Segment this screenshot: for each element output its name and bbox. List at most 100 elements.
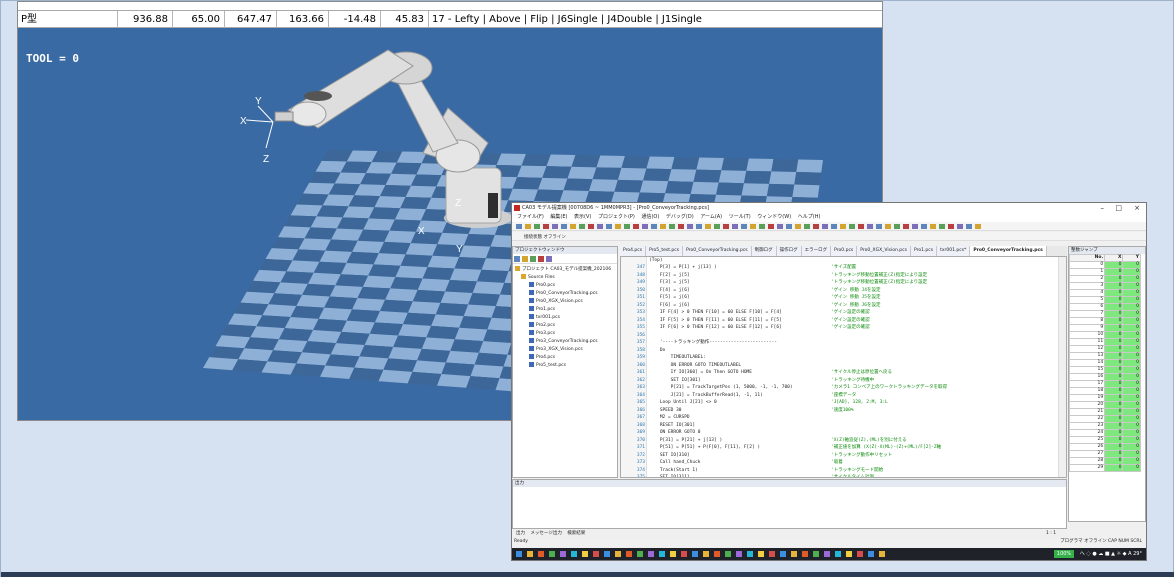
document-tab[interactable]: Pro1.pcs [910,246,938,256]
tree-item[interactable]: Pro3_XGX_Vision.pcs [513,346,617,354]
code-line[interactable]: 358 Do [621,348,1061,354]
taskbar-app-icon[interactable] [604,551,610,557]
code-line[interactable]: 354 IF F[5] > 0 THEN F[11] = 60 ELSE F[1… [621,318,1061,324]
position-value-cell[interactable]: 65.00 [173,11,225,28]
toolbar-button-icon[interactable] [786,224,792,229]
register-row[interactable]: 20 0 0 [1069,401,1141,409]
register-row[interactable]: 29 0 0 [1069,464,1141,472]
code-editor[interactable]: (Top) 347 P[3] = P[1] + j[13] ) 'サイズ配置 348… [620,256,1067,478]
taskbar-app-icon[interactable] [560,551,566,557]
toolbar-button-icon[interactable] [570,224,576,229]
taskbar-app-icon[interactable] [714,551,720,557]
maximize-icon[interactable]: □ [1115,203,1122,213]
tree-item[interactable]: Pro0_XGX_Vision.pcs [513,298,617,306]
toolbar-button-icon[interactable] [534,224,540,229]
taskbar-app-icon[interactable] [538,551,544,557]
code-line[interactable]: 357 '----トラッキング動作-----------------------… [621,340,1061,346]
minimize-icon[interactable]: – [1101,203,1105,213]
toolbar-button-icon[interactable] [525,224,531,229]
taskbar-app-icon[interactable] [626,551,632,557]
editor-scrollbar[interactable] [1058,257,1066,477]
register-row[interactable]: 100 [1069,268,1141,276]
register-row[interactable]: 200 [1069,275,1141,283]
document-tab[interactable]: Pro0.pcs [831,246,858,256]
code-line[interactable]: 352 F[6] = j[6] 'ゲイン 移動 J6を設定 [621,303,1061,309]
toolbar-button-icon[interactable] [759,224,765,229]
tree-item[interactable]: Source Files [513,274,617,282]
code-line[interactable]: 348 F[2] = j[5] 'トラッキング移動位置補正(Z)指定により設定 [621,273,1061,279]
toolbar-button-icon[interactable] [741,224,747,229]
code-line[interactable]: 363 P[21] = TrackTargetPos (1, 5000, -1,… [621,385,1061,391]
taskbar-app-icon[interactable] [835,551,841,557]
taskbar-app-icon[interactable] [670,551,676,557]
toolbar-button-icon[interactable] [606,224,612,229]
tree-item[interactable]: Pro4.pcs [513,354,617,362]
toolbar-button-icon[interactable] [885,224,891,229]
project-tool-icon[interactable] [538,256,544,262]
taskbar-app-icon[interactable] [692,551,698,557]
taskbar-app-icon[interactable] [637,551,643,557]
toolbar-button-icon[interactable] [687,224,693,229]
tree-item[interactable]: Pro3_ConveyorTracking.pcs [513,338,617,346]
tree-item[interactable]: Pro0_ConveyorTracking.pcs [513,290,617,298]
code-line[interactable]: 370 P[31] = P[21] + j[13] ) 'X(Z)軸追従(Z),(… [621,438,1061,444]
toolbar-button-icon[interactable] [876,224,882,229]
taskbar-app-icon[interactable] [868,551,874,557]
register-row[interactable]: 26 0 0 [1069,443,1141,451]
code-line[interactable]: 375 SET IO[311] 'サイクルタイム計測 [621,475,1061,477]
taskbar-app-icon[interactable] [813,551,819,557]
toolbar-button-icon[interactable] [903,224,909,229]
taskbar-app-icon[interactable] [549,551,555,557]
toolbar-button-icon[interactable] [642,224,648,229]
document-tab[interactable]: エラーログ [801,246,832,256]
toolbar-button-icon[interactable] [849,224,855,229]
register-row[interactable]: 800 [1069,317,1141,325]
tree-item[interactable]: Pro3.pcs [513,330,617,338]
toolbar-button-icon[interactable] [966,224,972,229]
menu-view[interactable]: 表示(V) [574,213,591,222]
register-row[interactable]: 300 [1069,282,1141,290]
tree-item[interactable]: プロジェクト CA03_モデル提案機_202106 [513,266,617,274]
taskbar-app-icon[interactable] [824,551,830,557]
toolbar-button-icon[interactable] [624,224,630,229]
taskbar-app-icon[interactable] [857,551,863,557]
toolbar-button-icon[interactable] [561,224,567,229]
toolbar-button-icon[interactable] [705,224,711,229]
toolbar-button-icon[interactable] [723,224,729,229]
code-line[interactable]: 365 Loop Until J[21] <> 0 'J[AD], 128, 2:… [621,400,1061,406]
toolbar-button-icon[interactable] [543,224,549,229]
code-line[interactable]: 351 F[5] = j[6] 'ゲイン 移動 J5を設定 [621,295,1061,301]
code-line[interactable]: 350 F[4] = j[6] 'ゲイン 移動 J4を設定 [621,288,1061,294]
register-row[interactable]: 21 0 0 [1069,408,1141,416]
toolbar-button-icon[interactable] [804,224,810,229]
menu-help[interactable]: ヘルプ(H) [798,213,821,222]
register-row[interactable]: 17 0 0 [1069,380,1141,388]
register-row[interactable]: 13 0 0 [1069,352,1141,360]
code-line[interactable]: 371 P[51] = P[51] + P(F[0], F[11], F[2] … [621,445,1061,451]
document-tab[interactable]: 操作ログ [776,246,802,256]
toolbar-button-icon[interactable] [777,224,783,229]
register-row[interactable]: 700 [1069,310,1141,318]
position-config-cell[interactable]: 17 - Lefty | Above | Flip | J6Single | J… [429,11,882,28]
taskbar-app-icon[interactable] [758,551,764,557]
register-row[interactable]: 16 0 0 [1069,373,1141,381]
toolbar-button-icon[interactable] [588,224,594,229]
toolbar-button-icon[interactable] [633,224,639,229]
code-line[interactable]: 373 Call hand_Chuck '吸着 [621,460,1061,466]
code-line[interactable]: 349 F[3] = j[5] 'トラッキング移動位置補正(Z)指定により設定 [621,280,1061,286]
code-line[interactable]: 356 [621,333,1061,339]
toolbar-button-icon[interactable] [912,224,918,229]
code-line[interactable]: 366 SPEED 30 '速度100% [621,408,1061,414]
tab-messages[interactable]: メッセージ出力 [530,531,561,536]
project-tool-icon[interactable] [514,256,520,262]
register-row[interactable]: 10 0 0 [1069,331,1141,339]
menu-tools[interactable]: ツール(T) [729,213,751,222]
register-row[interactable]: 11 0 0 [1069,338,1141,346]
taskbar-app-icon[interactable] [571,551,577,557]
tree-item[interactable]: Pro2.pcs [513,322,617,330]
toolbar-button-icon[interactable] [597,224,603,229]
register-row[interactable]: 15 0 0 [1069,366,1141,374]
toolbar-button-icon[interactable] [948,224,954,229]
taskbar-app-icon[interactable] [791,551,797,557]
tree-item[interactable]: Pro5_test.pcs [513,362,617,370]
